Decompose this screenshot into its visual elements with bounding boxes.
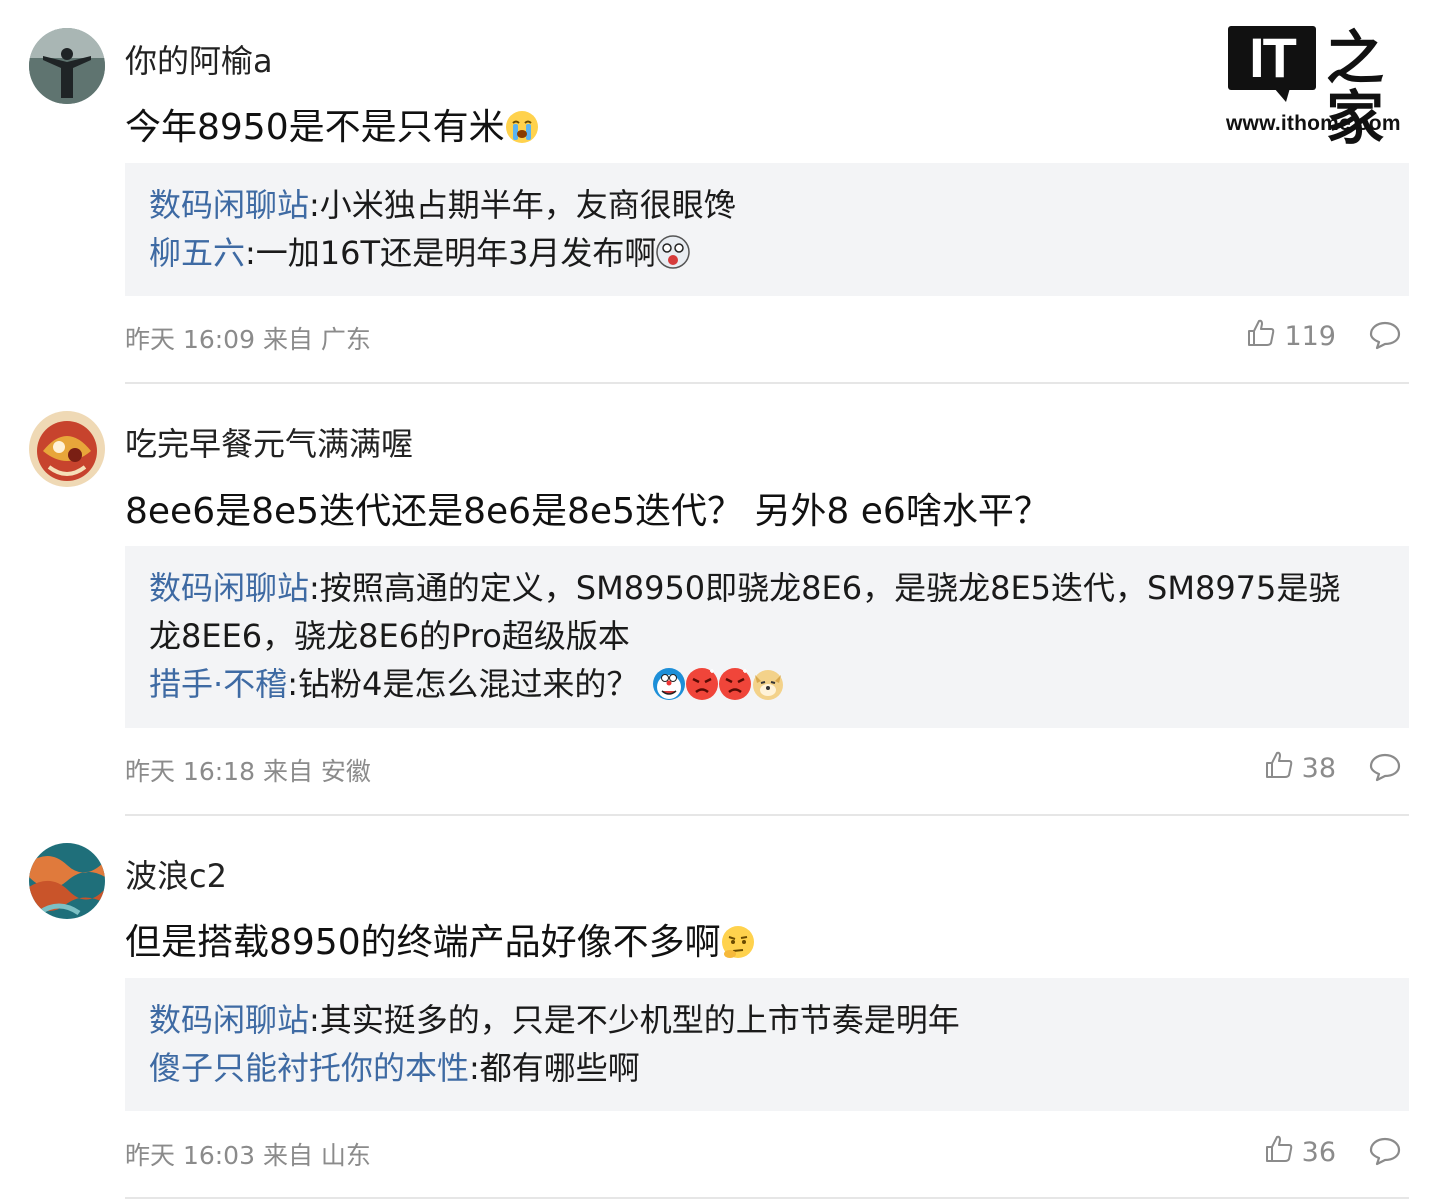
ithome-logo-it: IT (1249, 26, 1297, 89)
thumbs-up-icon (1264, 1134, 1294, 1171)
reply-text: 其实挺多的，只是不少机型的上市节奏是明年 (319, 1001, 960, 1039)
reply-box: 数码闲聊站:按照高通的定义，SM8950即骁龙8E6，是骁龙8E5迭代，SM89… (125, 546, 1409, 728)
ithome-watermark: IT 之家 www.ithome.com (1222, 22, 1422, 148)
comment-meta: 昨天 16:09 来自 广东 (125, 320, 371, 356)
reply-separator: : (245, 234, 256, 272)
avatar[interactable] (29, 28, 105, 104)
comment-text: 但是搭载8950的终端产品好像不多啊 (125, 913, 755, 965)
doraemon-emoji (652, 667, 686, 701)
comment-location: 广东 (320, 325, 371, 354)
comment-text-body: 今年8950是不是只有米 (125, 107, 505, 148)
like-button[interactable]: 36 (1264, 1134, 1336, 1171)
reply-bubble-icon[interactable] (1368, 1136, 1402, 1166)
reply-author[interactable]: 柳五六 (149, 234, 245, 272)
reply-separator: : (469, 1049, 480, 1087)
reply-separator: : (309, 1001, 320, 1039)
angry-emoji (685, 667, 719, 701)
reply-text: 按照高通的定义，SM8950即骁龙8E6，是骁龙8E5迭代，SM8975是骁 (319, 569, 1341, 607)
reply-bubble-icon[interactable] (1368, 320, 1402, 350)
reply-item: 措手·不稽:钻粉4是怎么混过来的？ (149, 660, 1385, 708)
comment-meta: 昨天 16:18 来自 安徽 (125, 752, 371, 788)
reply-item: 数码闲聊站:按照高通的定义，SM8950即骁龙8E6，是骁龙8E5迭代，SM89… (149, 564, 1385, 612)
reply-bubble-icon[interactable] (1368, 752, 1402, 782)
reply-box: 数码闲聊站:其实挺多的，只是不少机型的上市节奏是明年 傻子只能衬托你的本性:都有… (125, 978, 1409, 1111)
reply-item: 数码闲聊站:其实挺多的，只是不少机型的上市节奏是明年 (149, 996, 1385, 1044)
thumbs-up-icon (1246, 318, 1276, 355)
like-count: 38 (1301, 753, 1336, 784)
reply-item: 柳五六:一加16T还是明年3月发布啊 (149, 229, 1385, 277)
reply-author[interactable]: 数码闲聊站 (149, 1001, 309, 1039)
comment-location: 安徽 (320, 757, 371, 786)
reply-separator: : (287, 665, 298, 703)
source-label: 来自 (262, 325, 313, 354)
comment-text: 8ee6是8e5迭代还是8e6是8e5迭代？ 另外8 e6啥水平？ (125, 491, 1050, 532)
username[interactable]: 波浪c2 (125, 851, 227, 897)
doge-emoji (751, 667, 785, 701)
reply-text: 都有哪些啊 (479, 1049, 640, 1087)
comment-location: 山东 (320, 1141, 371, 1170)
source-label: 来自 (262, 757, 313, 786)
reply-author[interactable]: 傻子只能衬托你的本性 (149, 1049, 469, 1087)
reply-author[interactable]: 措手·不稽 (149, 665, 287, 703)
comment-divider (125, 382, 1409, 384)
watermark-url: www.ithome.com (1226, 112, 1401, 135)
reply-text-continued: 龙8EE6，骁龙8E6的Pro超级版本 (149, 617, 630, 655)
shocked-emoji (656, 235, 691, 269)
reply-item: 傻子只能衬托你的本性:都有哪些啊 (149, 1044, 1385, 1092)
comment-time: 昨天 16:09 (125, 325, 255, 354)
angry-emoji (718, 667, 752, 701)
comment-meta: 昨天 16:03 来自 山东 (125, 1136, 371, 1172)
crying-emoji (505, 110, 539, 144)
reply-text: 小米独占期半年，友商很眼馋 (319, 186, 736, 224)
comment-text: 今年8950是不是只有米 (125, 98, 539, 150)
thumbs-up-icon (1264, 750, 1294, 787)
username[interactable]: 你的阿榆a (125, 36, 273, 82)
reply-box: 数码闲聊站:小米独占期半年，友商很眼馋 柳五六:一加16T还是明年3月发布啊 (125, 163, 1409, 296)
avatar[interactable] (29, 843, 105, 919)
source-label: 来自 (262, 1141, 313, 1170)
comment-divider (125, 814, 1409, 816)
comment-divider (125, 1197, 1409, 1199)
like-count: 36 (1301, 1137, 1336, 1168)
like-count: 119 (1284, 321, 1336, 352)
like-button[interactable]: 119 (1246, 318, 1336, 355)
reply-item: 数码闲聊站:小米独占期半年，友商很眼馋 (149, 181, 1385, 229)
comment-time: 昨天 16:03 (125, 1141, 255, 1170)
reply-author[interactable]: 数码闲聊站 (149, 186, 309, 224)
reply-author[interactable]: 数码闲聊站 (149, 569, 309, 607)
like-button[interactable]: 38 (1264, 750, 1336, 787)
ithome-logo-box: IT (1228, 26, 1316, 102)
comment-text-body: 但是搭载8950的终端产品好像不多啊 (125, 922, 721, 963)
reply-separator: : (309, 569, 320, 607)
reply-separator: : (309, 186, 320, 224)
reply-text: 一加16T还是明年3月发布啊 (255, 234, 657, 272)
emoji-row (652, 667, 784, 701)
username[interactable]: 吃完早餐元气满满喔 (125, 419, 413, 465)
reply-text: 钻粉4是怎么混过来的？ (297, 665, 639, 703)
thinking-emoji (721, 925, 755, 959)
avatar[interactable] (29, 411, 105, 487)
comment-time: 昨天 16:18 (125, 757, 255, 786)
